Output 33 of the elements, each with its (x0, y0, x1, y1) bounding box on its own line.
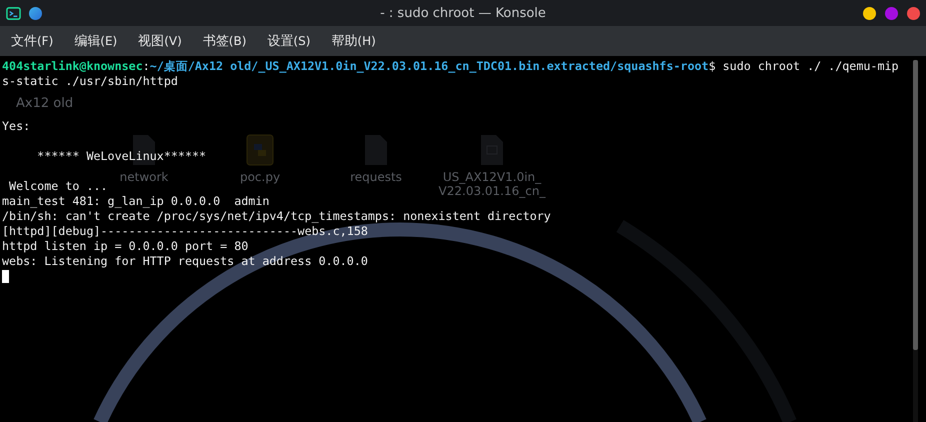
file-name: poc.py (238, 170, 282, 184)
text-cursor (2, 270, 9, 284)
output-line: [httpd][debug]----------------------------webs.c,158 (2, 224, 368, 238)
minimize-button[interactable] (863, 6, 876, 20)
terminal-icon[interactable] (6, 6, 21, 20)
window-title: - : sudo chroot — Konsole (380, 6, 546, 20)
folder-title: Ax12 old (16, 96, 74, 111)
maximize-button[interactable] (885, 6, 898, 20)
menu-item[interactable]: 书签(B) (202, 32, 246, 50)
python-file-icon (246, 134, 274, 166)
file-name: network (118, 170, 170, 184)
output-line: /bin/sh: can't create /proc/sys/net/ipv4/tcp_timestamps: nonexistent directory (2, 209, 551, 223)
output-line: httpd listen ip = 0.0.0.0 port = 80 (2, 239, 248, 253)
scrollbar-thumb[interactable] (913, 60, 918, 350)
output-line: main_test 481: g_lan_ip 0.0.0.0 admin (2, 194, 270, 208)
close-button[interactable] (907, 6, 920, 20)
output-line: Welcome to ... (8, 179, 108, 193)
scrollbar[interactable] (913, 60, 918, 422)
pin-button[interactable] (29, 6, 42, 20)
output-line: s-static ./usr/sbin/httpd (2, 74, 178, 88)
menu-item[interactable]: 帮助(H) (331, 32, 376, 50)
menu-item[interactable]: 设置(S) (267, 32, 310, 50)
menu-item[interactable]: 视图(V) (138, 32, 182, 50)
file-icon (364, 134, 388, 166)
output-line: Yes: (2, 119, 30, 133)
prompt-line: 404starlink@knownsec:~/桌面/Ax12 old/_US_AX12V1.0in_V22.03.01.16_cn_TDC01.bin.extracted/squashfs-root$ sudo chroot ./ ./qemu-mip (2, 59, 899, 73)
menu-item[interactable]: 文件(F) (11, 32, 54, 50)
file-name: requests (349, 170, 403, 184)
output-line: webs: Listening for HTTP requests at address 0.0.0.0 (2, 254, 368, 268)
file-icon (480, 134, 504, 166)
output-line: ****** WeLoveLinux****** (36, 149, 206, 163)
menu-item[interactable]: 编辑(E) (74, 32, 118, 50)
file-name: US_AX12V1.0in_ V22.03.01.16_cn_ (438, 170, 547, 198)
